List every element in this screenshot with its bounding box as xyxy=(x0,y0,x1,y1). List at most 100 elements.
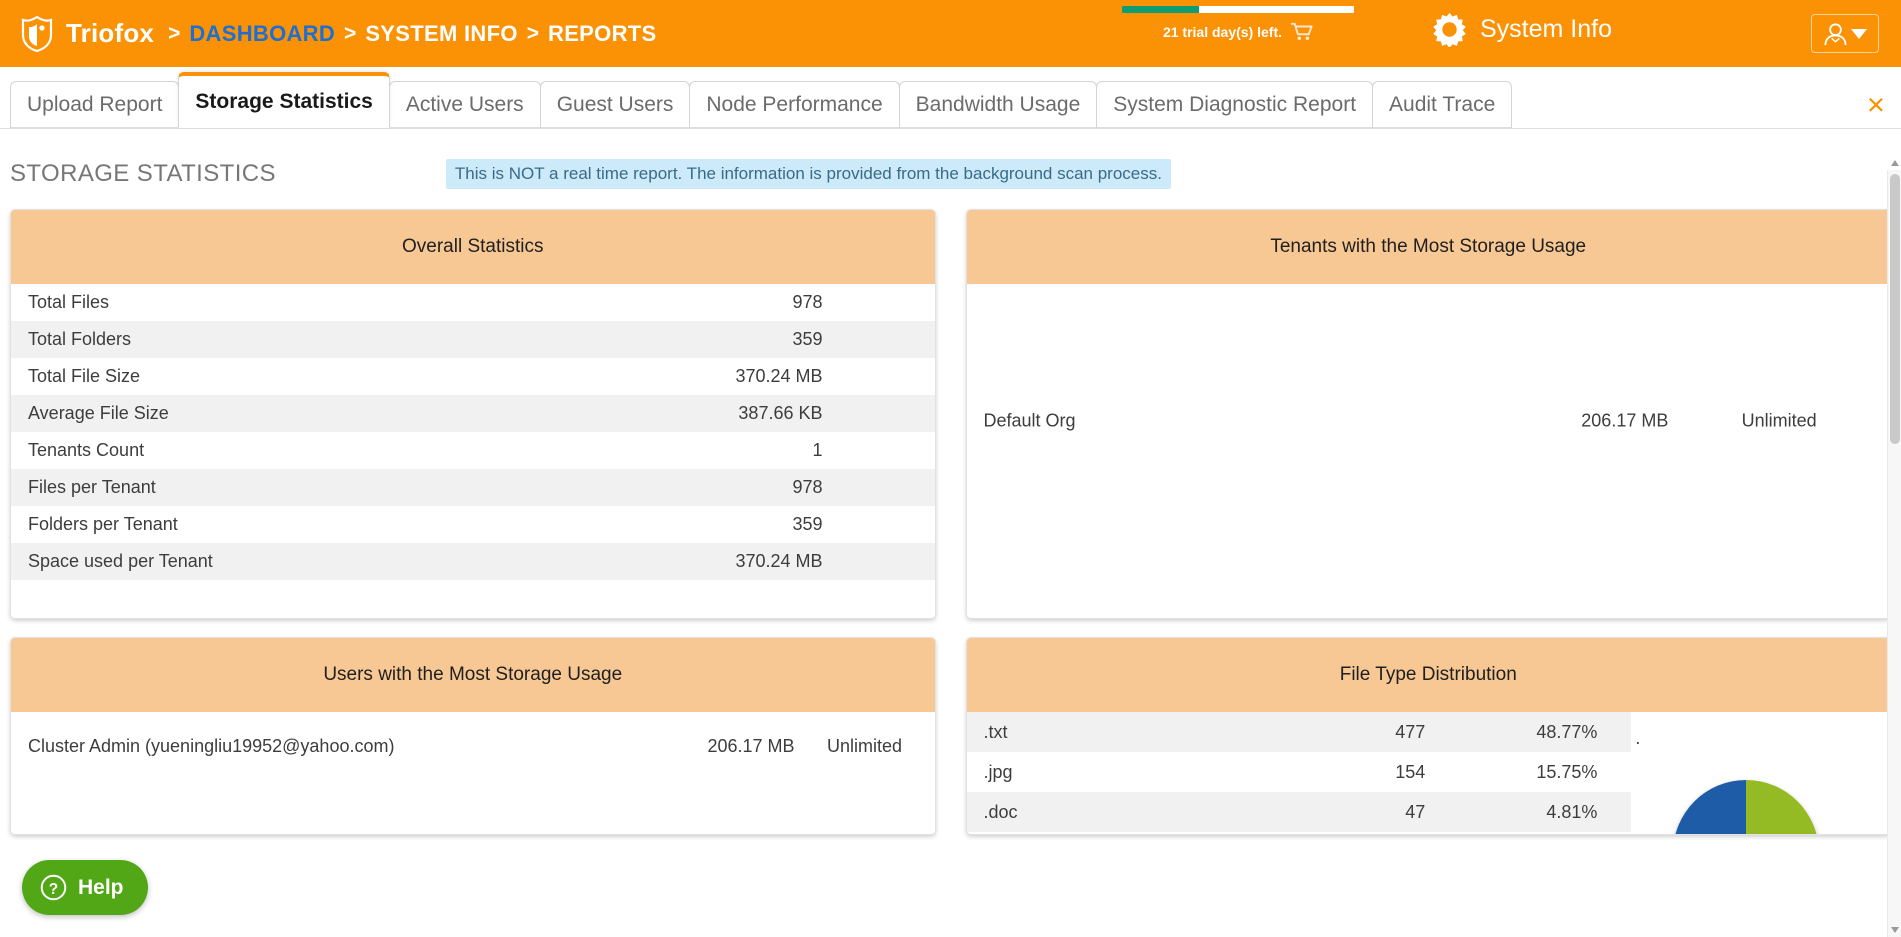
card-file-type-distribution: File Type Distribution .txt 477 48.77% .… xyxy=(965,637,1891,835)
table-row: .txt 477 48.77% xyxy=(966,712,1632,752)
help-label: Help xyxy=(78,875,124,899)
tab-node-performance[interactable]: Node Performance xyxy=(689,81,900,128)
file-percent: 15.75% xyxy=(1536,761,1598,782)
tab-label: System Diagnostic Report xyxy=(1113,92,1357,116)
chart-marker: . xyxy=(1635,728,1641,748)
stat-value: 359 xyxy=(792,514,823,534)
card-users-storage-usage: Users with the Most Storage Usage Cluste… xyxy=(10,637,936,835)
breadcrumb-separator-2: > xyxy=(526,21,540,45)
tab-storage-statistics[interactable]: Storage Statistics xyxy=(178,72,390,128)
card-title: Tenants with the Most Storage Usage xyxy=(966,210,1890,284)
app-header: Triofox > DASHBOARD > SYSTEM INFO > REPO… xyxy=(0,0,1901,67)
overall-statistics-table: Total Files 978 Total Folders 359 Total … xyxy=(11,284,935,580)
table-row: Cluster Admin (yueningliu19952@yahoo.com… xyxy=(11,736,935,757)
trial-days-label: 21 trial day(s) left. xyxy=(1162,23,1283,40)
user-menu-button[interactable] xyxy=(1811,14,1879,53)
tab-bandwidth-usage[interactable]: Bandwidth Usage xyxy=(898,81,1098,128)
pie-chart-graphic xyxy=(1673,780,1820,834)
page-title: STORAGE STATISTICS xyxy=(10,159,276,187)
scroll-up-icon[interactable] xyxy=(1891,160,1899,166)
stat-value: 978 xyxy=(792,292,823,312)
trial-status: 21 trial day(s) left. xyxy=(1122,6,1354,41)
table-row: Total File Size 370.24 MB xyxy=(11,358,935,395)
tab-active-users[interactable]: Active Users xyxy=(388,81,541,128)
tab-label: Active Users xyxy=(405,92,524,116)
stat-value: 1 xyxy=(812,440,823,460)
stat-label: Space used per Tenant xyxy=(28,551,213,571)
user-usage: 206.17 MB xyxy=(707,736,795,756)
tab-guest-users[interactable]: Guest Users xyxy=(539,81,691,128)
tab-audit-trace[interactable]: Audit Trace xyxy=(1372,81,1513,128)
breadcrumb: > DASHBOARD > SYSTEM INFO > REPORTS xyxy=(168,21,656,47)
page-header-row: STORAGE STATISTICS This is NOT a real ti… xyxy=(0,129,1901,191)
stat-label: Total Files xyxy=(28,292,110,312)
shopping-cart-icon[interactable] xyxy=(1291,22,1313,41)
file-percent: 48.77% xyxy=(1536,721,1598,742)
card-overall-statistics: Overall Statistics Total Files 978 Total… xyxy=(10,209,936,619)
tenant-quota: Unlimited xyxy=(1741,410,1817,430)
card-title: Overall Statistics xyxy=(11,210,935,284)
card-body: Default Org 206.17 MB Unlimited xyxy=(966,284,1891,557)
tenant-name: Default Org xyxy=(983,410,1076,430)
tab-system-diagnostic-report[interactable]: System Diagnostic Report xyxy=(1096,81,1374,128)
file-count: 47 xyxy=(1405,801,1426,822)
trial-progress-fill xyxy=(1122,6,1199,13)
table-row: Default Org 206.17 MB Unlimited xyxy=(967,410,1891,431)
table-row: Files per Tenant 978 xyxy=(11,469,935,506)
scrollbar-thumb[interactable] xyxy=(1890,174,1900,444)
file-type-pie-chart: . xyxy=(1631,712,1890,834)
table-row: .jpg 154 15.75% xyxy=(966,752,1632,792)
stat-value: 370.24 MB xyxy=(735,551,823,571)
user-name: Cluster Admin (yueningliu19952@yahoo.com… xyxy=(28,736,395,756)
breadcrumb-item-dashboard[interactable]: DASHBOARD xyxy=(189,21,335,47)
file-extension: .txt xyxy=(983,721,1008,742)
gear-icon xyxy=(1433,12,1466,47)
user-quota: Unlimited xyxy=(826,736,903,756)
stat-label: Total File Size xyxy=(28,366,141,386)
shield-logo-icon xyxy=(21,15,53,52)
stat-value: 359 xyxy=(792,329,823,349)
tab-label: Audit Trace xyxy=(1389,92,1496,116)
system-info-link[interactable]: System Info xyxy=(1432,12,1612,47)
stat-label: Total Folders xyxy=(28,329,132,349)
file-count: 477 xyxy=(1395,721,1426,742)
card-body: .txt 477 48.77% .jpg 154 15.75% .doc 47 … xyxy=(966,712,1890,834)
question-circle-icon: ? xyxy=(40,874,67,901)
stat-label: Tenants Count xyxy=(28,440,145,460)
close-icon[interactable]: × xyxy=(1867,89,1885,120)
breadcrumb-item-reports[interactable]: REPORTS xyxy=(548,21,656,47)
page-scrollbar[interactable] xyxy=(1887,160,1901,937)
file-type-distribution-table: .txt 477 48.77% .jpg 154 15.75% .doc 47 … xyxy=(966,712,1632,832)
card-body: Cluster Admin (yueningliu19952@yahoo.com… xyxy=(11,712,935,834)
breadcrumb-item-system-info[interactable]: SYSTEM INFO xyxy=(365,21,517,47)
table-footer-spacer xyxy=(11,580,935,618)
statistics-grid: Overall Statistics Total Files 978 Total… xyxy=(0,191,1901,835)
tab-label: Guest Users xyxy=(556,92,674,116)
table-row: .doc 47 4.81% xyxy=(966,792,1632,832)
scroll-down-icon[interactable] xyxy=(1891,927,1899,933)
stat-label: Files per Tenant xyxy=(28,477,156,497)
file-extension: .jpg xyxy=(983,761,1013,782)
table-row: Total Folders 359 xyxy=(11,321,935,358)
report-tab-bar: Upload Report Storage Statistics Active … xyxy=(0,67,1901,129)
stat-value: 978 xyxy=(792,477,823,497)
brand-name: Triofox xyxy=(66,18,155,48)
file-extension: .doc xyxy=(983,801,1018,822)
card-tenants-storage-usage: Tenants with the Most Storage Usage Defa… xyxy=(965,209,1891,619)
app-viewport: Triofox > DASHBOARD > SYSTEM INFO > REPO… xyxy=(0,0,1901,937)
table-row: Folders per Tenant 359 xyxy=(11,506,935,543)
trial-progress-bar xyxy=(1122,6,1354,13)
system-info-label: System Info xyxy=(1480,15,1612,43)
table-row: Total Files 978 xyxy=(11,284,935,321)
tab-upload-report[interactable]: Upload Report xyxy=(10,81,180,128)
breadcrumb-separator-1: > xyxy=(344,21,357,45)
stat-label: Average File Size xyxy=(28,403,169,423)
tenant-usage: 206.17 MB xyxy=(1581,410,1669,430)
brand-group[interactable]: Triofox xyxy=(20,15,154,53)
table-row: Space used per Tenant 370.24 MB xyxy=(11,543,935,580)
user-avatar-icon xyxy=(1824,22,1847,45)
stat-value: 387.66 KB xyxy=(738,403,823,423)
chevron-down-icon xyxy=(1851,28,1867,39)
table-row: Average File Size 387.66 KB xyxy=(11,395,935,432)
help-button[interactable]: ? Help xyxy=(22,860,148,915)
